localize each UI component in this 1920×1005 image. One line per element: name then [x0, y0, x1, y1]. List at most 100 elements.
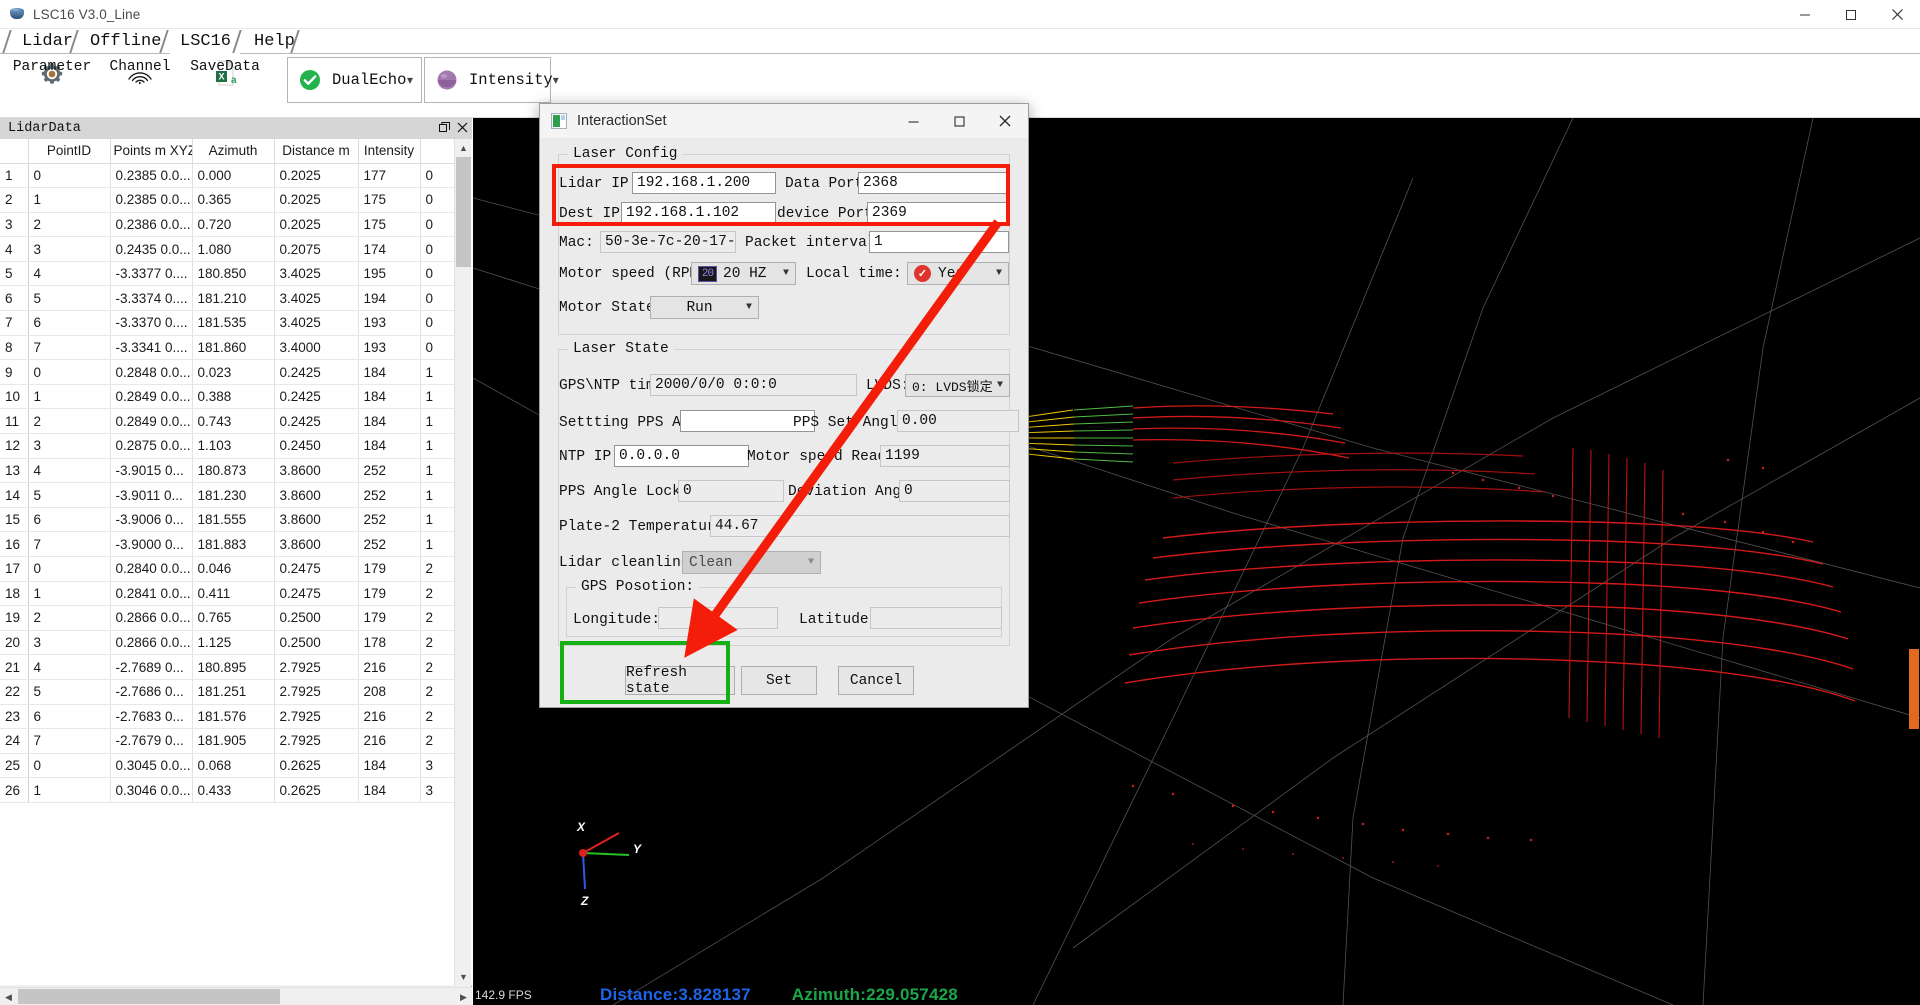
vscroll-thumb[interactable] [456, 157, 471, 267]
table-row[interactable]: 21 4 -2.7689 0... 180.895 2.7925 216 2 [0, 654, 456, 680]
device-port-input[interactable]: 2369 [867, 202, 1009, 224]
cell-xyz: 0.3046 0.0... [110, 777, 193, 803]
ntp-ip-input[interactable]: 0.0.0.0 [614, 445, 749, 467]
table-row[interactable]: 13 4 -3.9015 0... 180.873 3.8600 252 1 [0, 458, 456, 484]
close-icon[interactable] [457, 122, 468, 136]
cell-azimuth: 0.000 [192, 163, 275, 189]
cell-distance: 0.2625 [274, 777, 359, 803]
data-port-input[interactable]: 2368 [858, 172, 1009, 194]
minimize-icon[interactable] [890, 104, 936, 138]
cell-intensity: 194 [358, 285, 421, 312]
minimize-icon[interactable] [1782, 0, 1828, 29]
column-header-points-xyz[interactable]: Points m XYZ [110, 139, 193, 164]
cell-pointid: 0 [28, 753, 111, 779]
cell-distance: 2.7925 [274, 654, 359, 680]
cell-distance: 3.8600 [274, 458, 359, 484]
cell-rownum: 12 [0, 433, 29, 459]
table-row[interactable]: 19 2 0.2866 0.0... 0.765 0.2500 179 2 [0, 605, 456, 631]
cancel-button[interactable]: Cancel [838, 666, 914, 695]
set-button[interactable]: Set [741, 666, 817, 695]
table-horizontal-scrollbar[interactable]: ◀ ▶ [0, 987, 472, 1005]
float-icon[interactable] [439, 121, 450, 136]
cell-azimuth: 181.555 [192, 507, 275, 533]
table-row[interactable]: 1 0 0.2385 0.0... 0.000 0.2025 177 0 [0, 163, 456, 189]
cell-intensity: 252 [358, 507, 421, 533]
viewport-scrollbar[interactable] [1906, 118, 1920, 1005]
column-header-extra[interactable] [420, 139, 456, 164]
cell-xyz: 0.2875 0.0... [110, 433, 193, 459]
close-icon[interactable] [1874, 0, 1920, 29]
color-mode-dropdown[interactable]: Intensity ▾ [424, 57, 559, 103]
motor-speed-dropdown[interactable]: 20 20 HZ ▼ [691, 262, 796, 285]
toolbar-button-parameter[interactable]: Parameter [7, 57, 97, 115]
lidar-cleanliness-dropdown[interactable]: Clean ▼ [682, 551, 821, 574]
column-header-rownum[interactable] [0, 139, 29, 164]
scroll-up-icon[interactable]: ▲ [455, 139, 472, 156]
cell-distance: 0.2025 [274, 187, 359, 213]
cell-extra: 2 [420, 605, 456, 631]
packet-interval-input[interactable]: 1 [869, 231, 1009, 253]
scroll-left-icon[interactable]: ◀ [0, 988, 17, 1005]
cell-distance: 0.2425 [274, 408, 359, 435]
table-row[interactable]: 10 1 0.2849 0.0... 0.388 0.2425 184 1 [0, 384, 456, 410]
lidar-ip-input[interactable]: 192.168.1.200 [632, 172, 776, 194]
cell-azimuth: 181.535 [192, 310, 275, 336]
table-row[interactable]: 24 7 -2.7679 0... 181.905 2.7925 216 2 [0, 728, 456, 754]
table-row[interactable]: 25 0 0.3045 0.0... 0.068 0.2625 184 3 [0, 753, 456, 779]
lvds-dropdown[interactable]: 0: LVDS锁定 ▼ [905, 374, 1010, 397]
table-row[interactable]: 8 7 -3.3341 0.... 181.860 3.4000 193 0 [0, 335, 456, 361]
hscroll-thumb[interactable] [18, 989, 280, 1004]
maximize-icon[interactable] [1828, 0, 1874, 29]
scroll-right-icon[interactable]: ▶ [455, 988, 472, 1005]
close-icon[interactable] [982, 104, 1028, 138]
table-row[interactable]: 23 6 -2.7683 0... 181.576 2.7925 216 2 [0, 704, 456, 730]
local-time-dropdown[interactable]: ✓ Yes ▼ [907, 262, 1009, 285]
table-row[interactable]: 18 1 0.2841 0.0... 0.411 0.2475 179 2 [0, 581, 456, 607]
cell-pointid: 6 [28, 704, 111, 730]
dest-ip-input[interactable]: 192.168.1.102 [621, 202, 776, 224]
table-row[interactable]: 11 2 0.2849 0.0... 0.743 0.2425 184 1 [0, 408, 456, 435]
viewport-scroll-thumb[interactable] [1909, 649, 1919, 729]
table-row[interactable]: 7 6 -3.3370 0.... 181.535 3.4025 193 0 [0, 310, 456, 336]
table-row[interactable]: 16 7 -3.9000 0... 181.883 3.8600 252 1 [0, 531, 456, 557]
toolbar-button-savedata[interactable]: X a SaveData [180, 57, 270, 115]
table-row[interactable]: 9 0 0.2848 0.0... 0.023 0.2425 184 1 [0, 359, 456, 385]
cell-azimuth: 181.905 [192, 728, 275, 754]
ribbon-tabstrip: Lidar Offline LSC16 Help [0, 29, 1920, 54]
table-row[interactable]: 6 5 -3.3374 0.... 181.210 3.4025 194 0 [0, 285, 456, 312]
cell-xyz: 0.2435 0.0... [110, 236, 193, 262]
table-row[interactable]: 14 5 -3.9011 0... 181.230 3.8600 252 1 [0, 482, 456, 508]
tab-offline[interactable]: Offline [80, 29, 171, 54]
maximize-icon[interactable] [936, 104, 982, 138]
column-header-intensity[interactable]: Intensity [358, 139, 421, 164]
tab-lsc16[interactable]: LSC16 [170, 29, 241, 54]
table-row[interactable]: 2 1 0.2385 0.0... 0.365 0.2025 175 0 [0, 187, 456, 213]
echo-mode-dropdown[interactable]: DualEcho ▾ [287, 57, 422, 103]
table-vertical-scrollbar[interactable]: ▲ ▼ [454, 139, 471, 985]
table-row[interactable]: 15 6 -3.9006 0... 181.555 3.8600 252 1 [0, 507, 456, 533]
cell-xyz: 0.2848 0.0... [110, 359, 193, 385]
table-row[interactable]: 5 4 -3.3377 0.... 180.850 3.4025 195 0 [0, 261, 456, 287]
column-header-pointid[interactable]: PointID [28, 139, 111, 164]
lidar-data-grid[interactable]: PointID Points m XYZ Azimuth Distance m … [0, 139, 472, 985]
table-row[interactable]: 20 3 0.2866 0.0... 1.125 0.2500 178 2 [0, 630, 456, 656]
cell-distance: 2.7925 [274, 679, 359, 705]
dock-titlebar: LidarData [0, 118, 472, 139]
toolbar-button-channel[interactable]: Channel [95, 57, 185, 115]
table-row[interactable]: 12 3 0.2875 0.0... 1.103 0.2450 184 1 [0, 433, 456, 459]
cell-distance: 3.8600 [274, 531, 359, 557]
table-row[interactable]: 22 5 -2.7686 0... 181.251 2.7925 208 2 [0, 679, 456, 705]
table-row[interactable]: 17 0 0.2840 0.0... 0.046 0.2475 179 2 [0, 556, 456, 582]
chevron-down-icon: ▾ [406, 73, 413, 88]
motor-state-value: Run [686, 299, 713, 316]
motor-state-dropdown[interactable]: Run ▼ [650, 296, 759, 319]
table-row[interactable]: 26 1 0.3046 0.0... 0.433 0.2625 184 3 [0, 777, 456, 803]
refresh-state-button[interactable]: Refresh state [625, 665, 735, 697]
scroll-down-icon[interactable]: ▼ [455, 968, 472, 985]
table-row[interactable]: 4 3 0.2435 0.0... 1.080 0.2075 174 0 [0, 236, 456, 262]
cell-intensity: 175 [358, 212, 421, 238]
table-row[interactable]: 3 2 0.2386 0.0... 0.720 0.2025 175 0 [0, 212, 456, 238]
cell-distance: 3.4025 [274, 261, 359, 287]
column-header-distance[interactable]: Distance m [274, 139, 359, 164]
column-header-azimuth[interactable]: Azimuth [192, 139, 275, 164]
